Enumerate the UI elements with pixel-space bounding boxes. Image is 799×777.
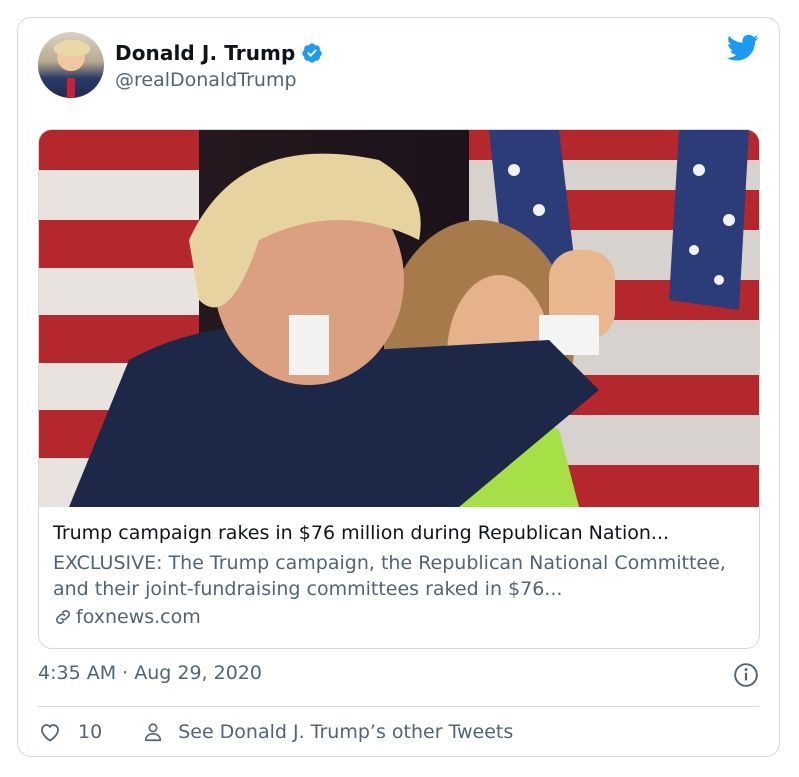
avatar[interactable] (38, 32, 104, 98)
person-icon (145, 723, 162, 742)
like-count[interactable]: 10 (78, 721, 102, 743)
link-card[interactable]: Trump campaign rakes in $76 million duri… (38, 129, 760, 649)
info-icon[interactable] (733, 662, 759, 688)
tweet-actions: 10 See Donald J. Trump’s other Tweets (38, 718, 513, 746)
card-image[interactable] (39, 130, 759, 507)
divider (38, 706, 759, 707)
card-title[interactable]: Trump campaign rakes in $76 million duri… (53, 522, 745, 548)
link-icon (56, 610, 70, 624)
card-photo (39, 130, 759, 507)
display-name[interactable]: Donald J. Trump (115, 41, 295, 65)
see-other-tweets-link[interactable]: See Donald J. Trump’s other Tweets (178, 721, 513, 743)
card-text: Trump campaign rakes in $76 million duri… (53, 522, 745, 628)
tweet-embed: Donald J. Trump @realDonaldTrump Trump c… (17, 17, 780, 757)
avatar-tie (67, 78, 75, 98)
card-domain-row: foxnews.com (53, 606, 745, 628)
heart-icon[interactable] (38, 720, 62, 744)
avatar-hair (54, 40, 90, 56)
card-description: EXCLUSIVE: The Trump campaign, the Repub… (53, 552, 726, 600)
tweet-timestamp[interactable]: 4:35 AM · Aug 29, 2020 (38, 662, 262, 684)
display-name-row: Donald J. Trump (115, 39, 323, 67)
card-domain[interactable]: foxnews.com (76, 606, 201, 628)
handle[interactable]: @realDonaldTrump (115, 69, 323, 91)
verified-badge-icon (302, 43, 323, 63)
author-block[interactable]: Donald J. Trump @realDonaldTrump (115, 39, 323, 91)
twitter-bird-icon[interactable] (727, 34, 759, 62)
